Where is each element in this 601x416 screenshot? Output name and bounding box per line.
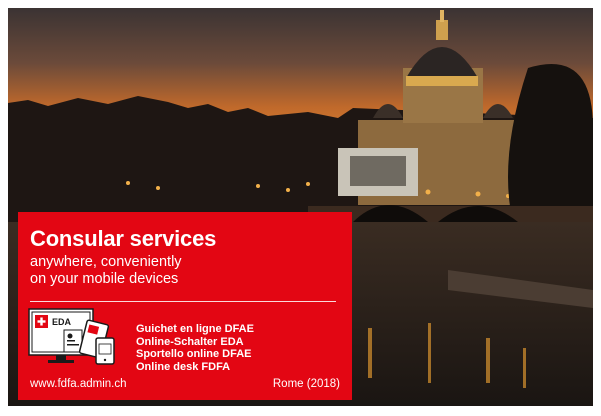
online-desk-list: Guichet en ligne DFAE Online-Schalter ED…: [136, 323, 254, 373]
consular-services-panel: Consular services anywhere, conveniently…: [18, 212, 352, 400]
photo-caption: Rome (2018): [272, 378, 340, 390]
desk-name-italian: Sportello online DFAE: [136, 348, 252, 360]
subtitle-line-2: on your mobile devices: [30, 271, 179, 287]
panel-title: Consular services: [30, 226, 217, 251]
desk-name-german: Online-Schalter EDA: [136, 335, 244, 348]
panel-subtitle: anywhere, conveniently on your mobile de…: [30, 254, 182, 288]
subtitle-line-1: anywhere, conveniently: [30, 254, 182, 270]
desk-name-english: Online desk FDFA: [136, 360, 231, 373]
panel-divider: [30, 301, 336, 302]
eda-label: EDA: [52, 317, 72, 327]
website-link[interactable]: www.fdfa.admin.ch: [30, 378, 127, 390]
poster: Consular services anywhere, conveniently…: [8, 8, 593, 406]
online-desk-devices-icon: EDA: [28, 308, 115, 365]
desk-name-french: Guichet en ligne DFAE: [136, 323, 254, 335]
